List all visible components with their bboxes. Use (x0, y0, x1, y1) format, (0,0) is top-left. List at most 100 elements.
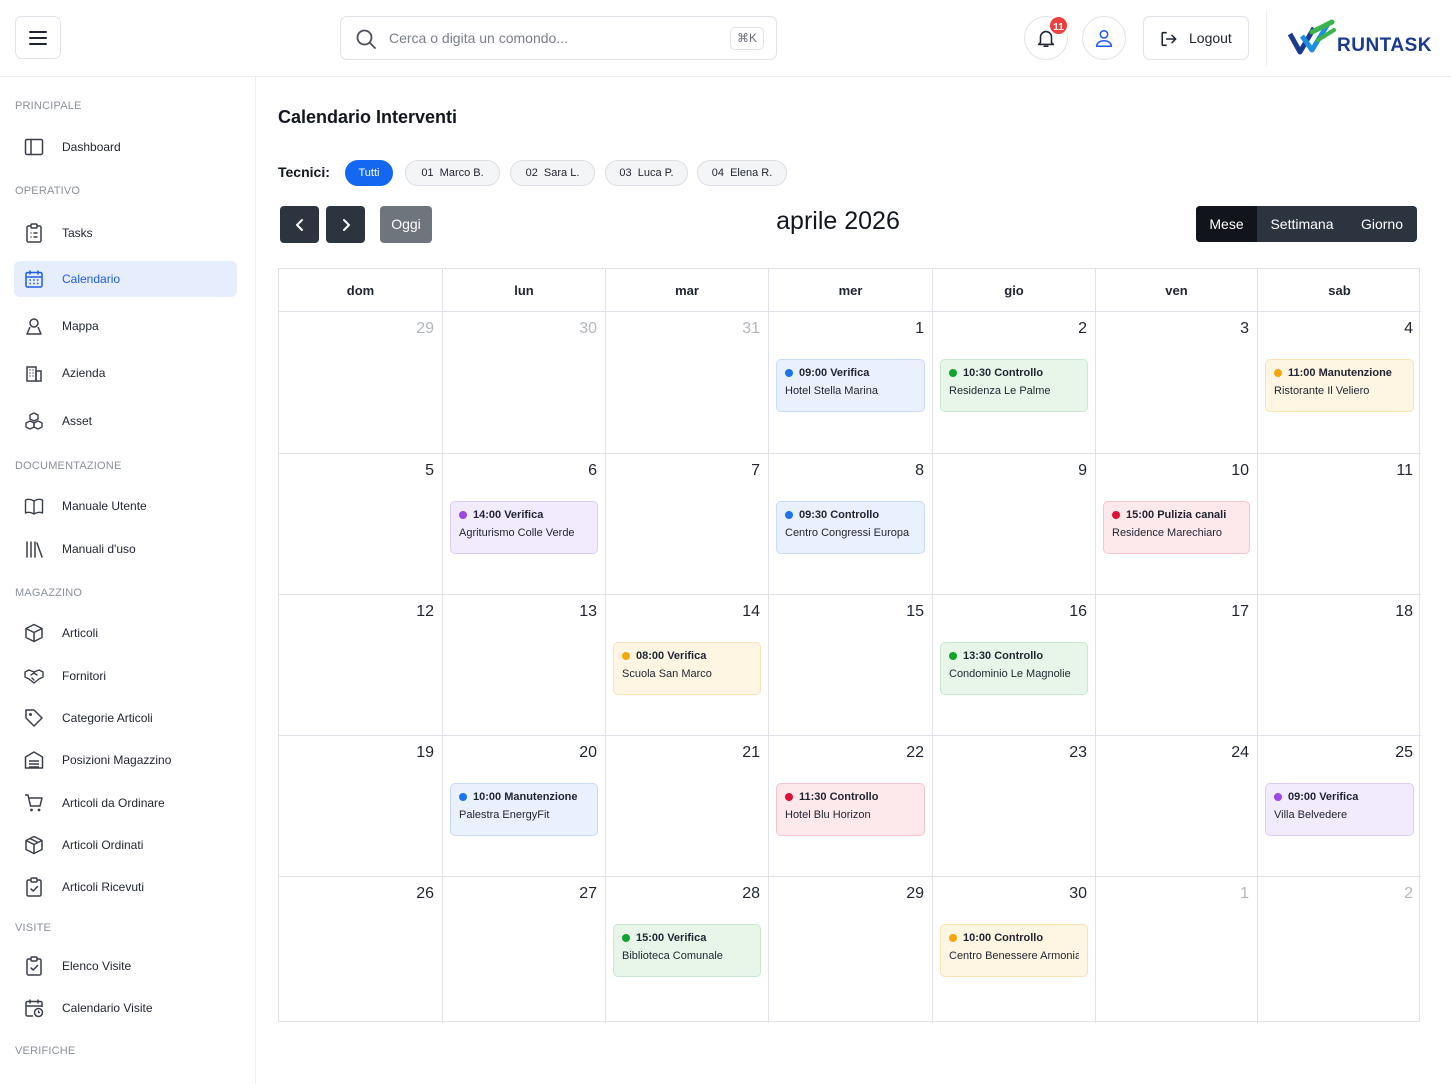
sidebar-item-calendario[interactable]: Calendario (14, 261, 237, 297)
day-cell[interactable]: 18 (1258, 595, 1421, 736)
previous-month-button[interactable] (280, 206, 319, 243)
day-number[interactable]: 26 (416, 885, 434, 903)
day-cell[interactable]: 16 13:30 Controllo Condominio Le Magnolie (933, 595, 1096, 736)
sidebar-item-tasks[interactable]: Tasks (14, 215, 237, 251)
day-cell[interactable]: 23 (933, 736, 1096, 877)
day-number[interactable]: 15 (906, 603, 924, 621)
day-cell[interactable]: 30 (443, 312, 606, 454)
sidebar-item-articoli-da-ordinare[interactable]: Articoli da Ordinare (14, 785, 237, 821)
day-cell[interactable]: 2 (1258, 877, 1421, 1023)
day-number[interactable]: 25 (1395, 744, 1413, 762)
calendar-event[interactable]: 15:00 Pulizia canali Residence Marechiaro (1103, 501, 1250, 554)
day-cell[interactable]: 9 (933, 454, 1096, 595)
day-number[interactable]: 10 (1231, 462, 1249, 480)
day-cell[interactable]: 26 (279, 877, 443, 1023)
sidebar-item-calendario-visite[interactable]: Calendario Visite (14, 990, 237, 1026)
calendar-event[interactable]: 10:30 Controllo Residenza Le Palme (940, 359, 1088, 412)
sidebar-item-articoli-ricevuti[interactable]: Articoli Ricevuti (14, 869, 237, 905)
day-number[interactable]: 4 (1404, 320, 1413, 338)
day-number[interactable]: 21 (742, 744, 760, 762)
day-cell[interactable]: 13 (443, 595, 606, 736)
day-number[interactable]: 2 (1404, 885, 1413, 903)
day-number[interactable]: 31 (742, 320, 760, 338)
sidebar-item-dashboard[interactable]: Dashboard (14, 129, 237, 165)
calendar-event[interactable]: 09:00 Verifica Hotel Stella Marina (776, 359, 925, 412)
day-number[interactable]: 28 (742, 885, 760, 903)
day-cell[interactable]: 6 14:00 Verifica Agriturismo Colle Verde (443, 454, 606, 595)
day-cell[interactable]: 30 10:00 Controllo Centro Benessere Armoni… (933, 877, 1096, 1023)
technician-filter-luca[interactable]: 03 Luca P. (605, 160, 688, 186)
technician-filter-all[interactable]: Tutti (345, 160, 393, 186)
day-cell[interactable]: 7 (606, 454, 769, 595)
day-cell[interactable]: 21 (606, 736, 769, 877)
sidebar-item-asset[interactable]: Asset (14, 403, 237, 439)
day-number[interactable]: 6 (588, 462, 597, 480)
day-cell[interactable]: 28 15:00 Verifica Biblioteca Comunale (606, 877, 769, 1023)
technician-filter-marco[interactable]: 01 Marco B. (405, 160, 500, 186)
day-cell[interactable]: 24 (1096, 736, 1258, 877)
calendar-event[interactable]: 08:00 Verifica Scuola San Marco (613, 642, 761, 695)
day-number[interactable]: 3 (1240, 320, 1249, 338)
day-number[interactable]: 29 (906, 885, 924, 903)
calendar-event[interactable]: 13:30 Controllo Condominio Le Magnolie (940, 642, 1088, 695)
day-cell[interactable]: 3 (1096, 312, 1258, 454)
calendar-event[interactable]: 11:00 Manutenzione Ristorante Il Veliero (1265, 359, 1414, 412)
command-search[interactable]: ⌘K (340, 16, 777, 60)
menu-toggle-button[interactable] (15, 16, 61, 59)
technician-filter-sara[interactable]: 02 Sara L. (510, 160, 595, 186)
day-number[interactable]: 9 (1078, 462, 1087, 480)
day-number[interactable]: 30 (1069, 885, 1087, 903)
day-cell[interactable]: 20 10:00 Manutenzione Palestra EnergyFit (443, 736, 606, 877)
day-number[interactable]: 22 (906, 744, 924, 762)
day-cell[interactable]: 4 11:00 Manutenzione Ristorante Il Veliero (1258, 312, 1421, 454)
day-number[interactable]: 29 (416, 320, 434, 338)
day-number[interactable]: 1 (1240, 885, 1249, 903)
day-cell[interactable]: 2 10:30 Controllo Residenza Le Palme (933, 312, 1096, 454)
day-number[interactable]: 14 (742, 603, 760, 621)
sidebar-item-manuale-utente[interactable]: Manuale Utente (14, 488, 237, 524)
day-cell[interactable]: 1 (1096, 877, 1258, 1023)
day-cell[interactable]: 27 (443, 877, 606, 1023)
day-cell[interactable]: 1 09:00 Verifica Hotel Stella Marina (769, 312, 933, 454)
day-cell[interactable]: 17 (1096, 595, 1258, 736)
day-cell[interactable]: 31 (606, 312, 769, 454)
day-number[interactable]: 13 (579, 603, 597, 621)
day-cell[interactable]: 5 (279, 454, 443, 595)
day-cell[interactable]: 11 (1258, 454, 1421, 595)
technician-filter-elena[interactable]: 04 Elena R. (697, 160, 787, 186)
search-input[interactable] (389, 27, 709, 49)
day-number[interactable]: 5 (425, 462, 434, 480)
sidebar-item-articoli-ordinati[interactable]: Articoli Ordinati (14, 827, 237, 863)
day-number[interactable]: 8 (915, 462, 924, 480)
calendar-event[interactable]: 11:30 Controllo Hotel Blu Horizon (776, 783, 925, 836)
sidebar-item-posizioni-magazzino[interactable]: Posizioni Magazzino (14, 742, 237, 778)
sidebar-item-articoli[interactable]: Articoli (14, 615, 237, 651)
sidebar-item-mappa[interactable]: Mappa (14, 308, 237, 344)
sidebar-item-azienda[interactable]: Azienda (14, 355, 237, 391)
day-number[interactable]: 17 (1231, 603, 1249, 621)
day-cell[interactable]: 8 09:30 Controllo Centro Congressi Europa (769, 454, 933, 595)
day-cell[interactable]: 15 (769, 595, 933, 736)
sidebar-item-fornitori[interactable]: Fornitori (14, 658, 237, 694)
calendar-event[interactable]: 15:00 Verifica Biblioteca Comunale (613, 924, 761, 977)
runtask-logo[interactable]: RUNTASK (1288, 18, 1431, 58)
day-number[interactable]: 27 (579, 885, 597, 903)
day-number[interactable]: 16 (1069, 603, 1087, 621)
calendar-event[interactable]: 09:00 Verifica Villa Belvedere (1265, 783, 1414, 836)
day-cell[interactable]: 14 08:00 Verifica Scuola San Marco (606, 595, 769, 736)
day-cell[interactable]: 25 09:00 Verifica Villa Belvedere (1258, 736, 1421, 877)
day-cell[interactable]: 29 (279, 312, 443, 454)
day-number[interactable]: 19 (416, 744, 434, 762)
day-cell[interactable]: 10 15:00 Pulizia canali Residence Marechia… (1096, 454, 1258, 595)
day-cell[interactable]: 29 (769, 877, 933, 1023)
day-number[interactable]: 18 (1395, 603, 1413, 621)
day-number[interactable]: 24 (1231, 744, 1249, 762)
day-number[interactable]: 2 (1078, 320, 1087, 338)
day-number[interactable]: 20 (579, 744, 597, 762)
day-number[interactable]: 11 (1396, 462, 1413, 480)
day-number[interactable]: 1 (915, 320, 924, 338)
view-day-button[interactable]: Giorno (1347, 206, 1417, 242)
calendar-event[interactable]: 09:30 Controllo Centro Congressi Europa (776, 501, 925, 554)
day-cell[interactable]: 12 (279, 595, 443, 736)
sidebar-item-elenco-visite[interactable]: Elenco Visite (14, 948, 237, 984)
